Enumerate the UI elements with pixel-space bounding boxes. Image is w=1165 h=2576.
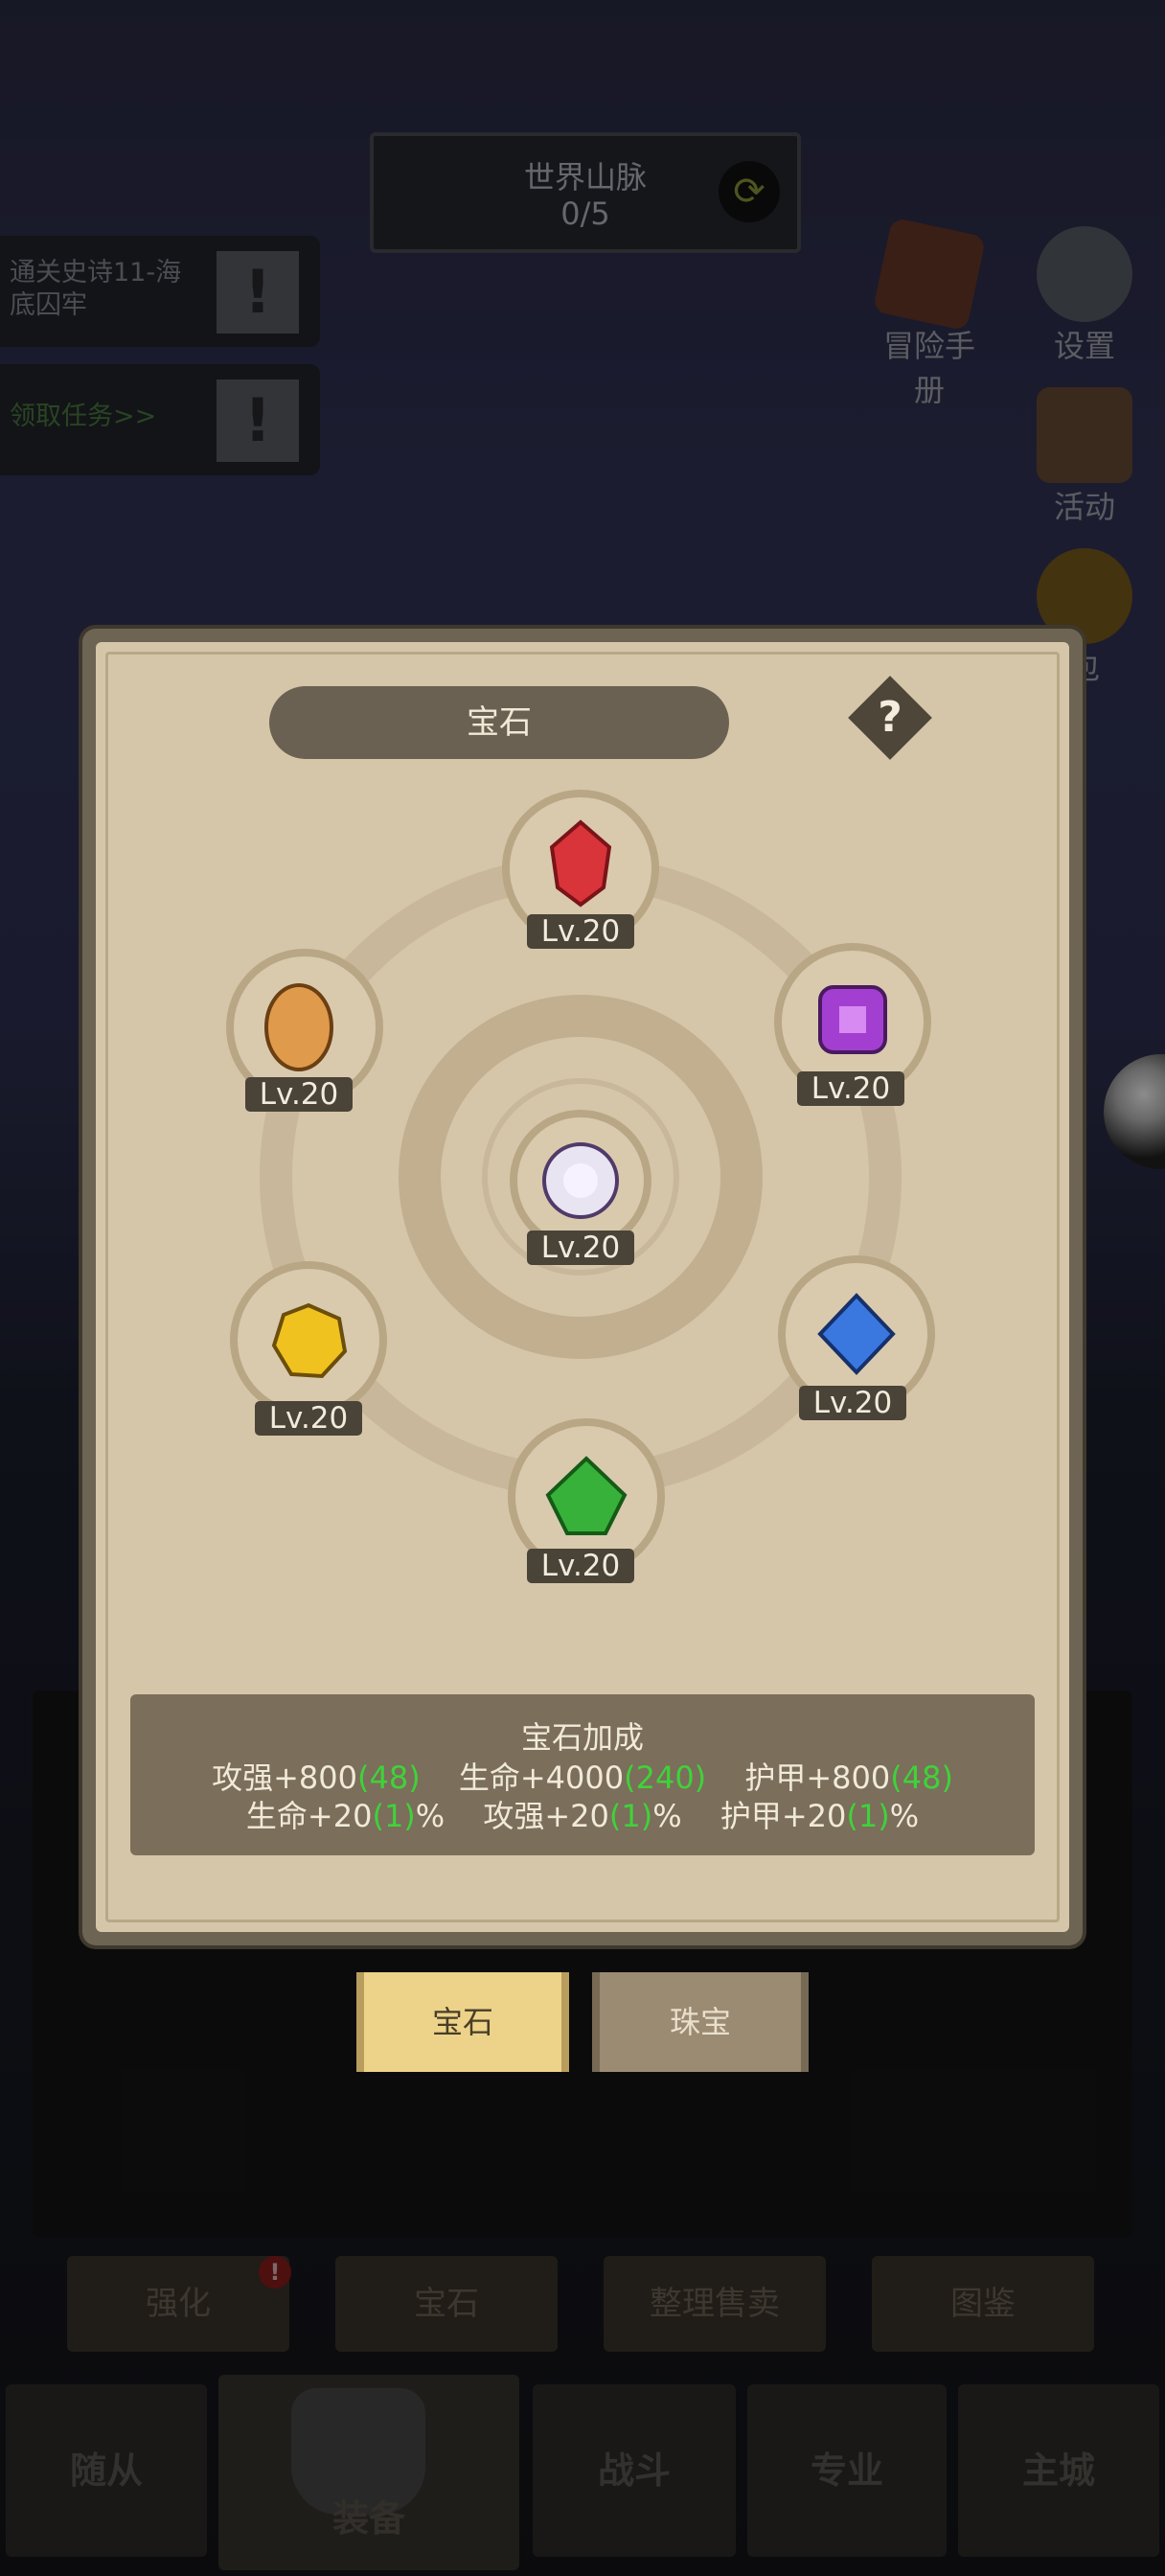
amber-gem-icon: [264, 983, 333, 1071]
bonus-attack-pct-extra: (1): [608, 1798, 653, 1834]
bonus-life-pct-extra: (1): [372, 1798, 416, 1834]
gem-bonus-heading: 宝石加成: [520, 1719, 644, 1756]
topaz-gem-icon: [271, 1302, 348, 1379]
bonus-life-pct: 生命+20: [245, 1798, 373, 1834]
bonus-attack: 攻强+800: [212, 1760, 357, 1796]
topaz-level: Lv.20: [255, 1401, 362, 1436]
emerald-level: Lv.20: [527, 1549, 634, 1583]
ruby-level: Lv.20: [527, 914, 634, 949]
amethyst-level: Lv.20: [797, 1071, 904, 1106]
tab-jewelry[interactable]: 珠宝: [592, 1972, 809, 2072]
amber-level: Lv.20: [245, 1077, 353, 1112]
bonus-life-pct-unit: %: [415, 1798, 445, 1834]
sapphire-level: Lv.20: [799, 1386, 906, 1420]
gem-wheel: [226, 790, 935, 1576]
prism-level: Lv.20: [527, 1230, 634, 1265]
bonus-armor-pct-unit: %: [889, 1798, 920, 1834]
bonus-attack-pct-unit: %: [652, 1798, 682, 1834]
bonus-attack-pct: 攻强+20: [483, 1798, 609, 1834]
gem-bonus-panel: 宝石加成 攻强+800(48) 生命+4000(240) 护甲+800(48) …: [130, 1694, 1035, 1855]
bonus-armor-extra: (48): [890, 1760, 953, 1796]
bonus-armor-pct: 护甲+20: [720, 1798, 847, 1834]
tab-gems[interactable]: 宝石: [356, 1972, 569, 2072]
bonus-armor: 护甲+800: [744, 1760, 891, 1796]
bonus-armor-pct-extra: (1): [846, 1798, 890, 1834]
bonus-row-percent: 生命+20(1)% 攻强+20(1)% 护甲+20(1)%: [130, 1792, 1035, 1836]
bonus-life: 生命+4000: [458, 1760, 625, 1796]
bonus-life-extra: (240): [624, 1760, 707, 1796]
bonus-attack-extra: (48): [356, 1760, 421, 1796]
